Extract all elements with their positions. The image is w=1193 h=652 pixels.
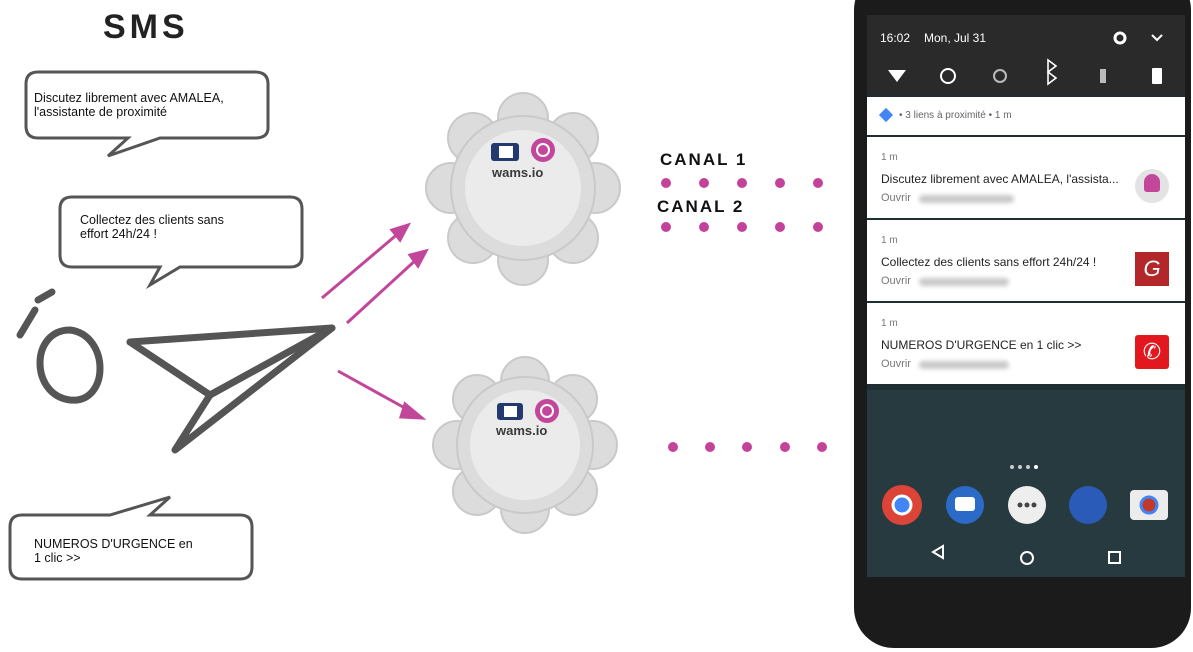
g-logo-icon: G xyxy=(1135,252,1169,286)
notification-action[interactable]: Ouvrir xyxy=(881,358,911,370)
status-time: 16:02 xyxy=(880,31,911,45)
notification-action[interactable]: Ouvrir xyxy=(881,275,911,287)
status-date: Mon, Jul 31 xyxy=(924,31,987,45)
notification-action[interactable]: Ouvrir xyxy=(881,192,911,204)
bubble-1-text: Discutez librement avec AMALEA, l'assist… xyxy=(34,91,224,119)
signal-arrows xyxy=(321,222,429,420)
notification-2[interactable]: 1 m Collectez des clients sans effort 24… xyxy=(867,220,1185,301)
avatar-icon xyxy=(1135,169,1169,203)
notification-1[interactable]: 1 m Discutez librement avec AMALEA, l'as… xyxy=(867,137,1185,218)
nearby-label: • 3 liens à proximité • 1 m xyxy=(899,110,1012,121)
notification-title: Discutez librement avec AMALEA, l'assist… xyxy=(881,172,1119,186)
canal-2-label: CANAL 2 xyxy=(657,197,745,216)
notification-3[interactable]: 1 m NUMEROS D'URGENCE en 1 clic >> Ouvri… xyxy=(867,303,1185,384)
battery-icon xyxy=(1152,68,1162,84)
flashlight-icon xyxy=(1100,69,1106,83)
nearby-diamond-icon xyxy=(878,107,894,123)
notification-age: 1 m xyxy=(881,235,898,246)
channel-dots xyxy=(661,178,827,452)
paper-plane-icon xyxy=(16,288,336,454)
canal-1-label: CANAL 1 xyxy=(660,150,748,169)
bubble-3-text: NUMEROS D'URGENCE en 1 clic >> xyxy=(34,537,193,565)
phone-app-icon xyxy=(1069,486,1107,524)
beacon-2 xyxy=(432,356,618,534)
beacon-1 xyxy=(425,92,621,286)
nearby-header[interactable]: • 3 liens à proximité • 1 m xyxy=(867,97,1185,135)
beacon-1-brand: wams.io xyxy=(492,165,544,180)
beacon-2-brand: wams.io xyxy=(496,423,548,438)
notification-age: 1 m xyxy=(881,152,898,163)
bubble-2-text: Collectez des clients sans effort 24h/24… xyxy=(80,213,224,241)
notification-title: NUMEROS D'URGENCE en 1 clic >> xyxy=(881,338,1082,352)
notification-age: 1 m xyxy=(881,318,898,329)
phone-red-icon: ✆ xyxy=(1135,335,1169,369)
speech-bubble-2 xyxy=(58,195,304,290)
notification-title: Collectez des clients sans effort 24h/24… xyxy=(881,255,1097,269)
